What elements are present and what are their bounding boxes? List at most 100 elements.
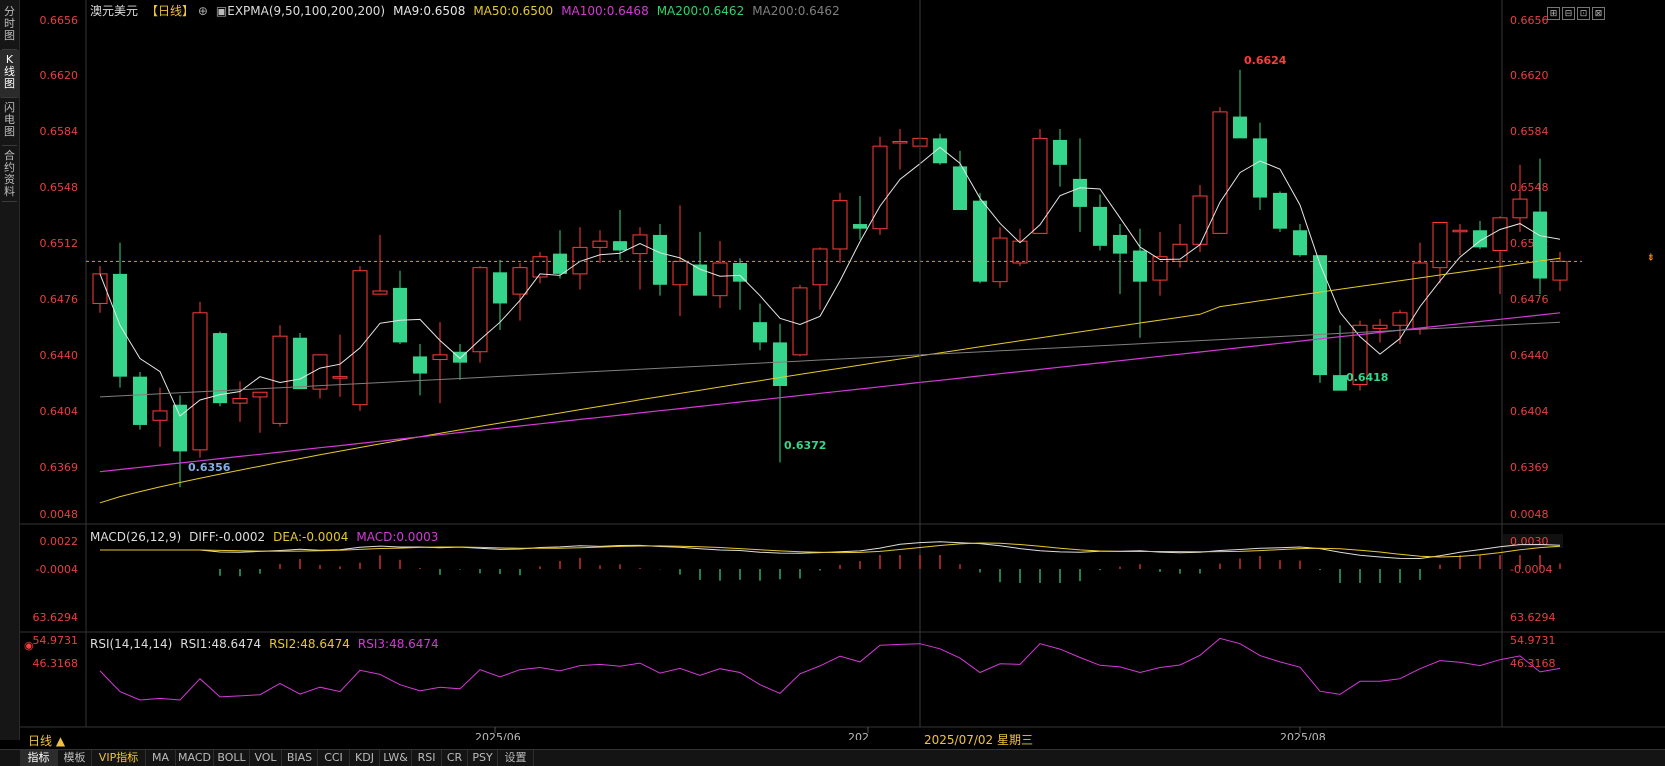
rsi2-value: RSI2:48.6474 bbox=[269, 637, 350, 651]
sidebar-tab-2[interactable]: 闪电图 bbox=[0, 98, 19, 146]
rsi-tick-right: 54.9731 bbox=[1510, 634, 1556, 647]
indicator-tab-4[interactable]: MACD bbox=[176, 750, 214, 766]
candle-body bbox=[613, 241, 627, 251]
candle-body bbox=[272, 335, 288, 424]
indicator-tab-12[interactable]: CR bbox=[442, 750, 468, 766]
ma50-value: MA50:0.6500 bbox=[473, 4, 554, 18]
sidebar-divider bbox=[2, 201, 17, 202]
price-tick-right: 0.6548 bbox=[1510, 181, 1549, 194]
indicator-tab-10[interactable]: LW& bbox=[380, 750, 412, 766]
window-button-1[interactable]: ⊟ bbox=[1562, 7, 1575, 20]
candle-body bbox=[1012, 240, 1028, 264]
indicator-tab-14[interactable]: 设置 bbox=[498, 750, 534, 766]
low-annotation-c: 0.6418 bbox=[1346, 371, 1388, 384]
indicator-tab-5[interactable]: BOLL bbox=[214, 750, 250, 766]
indicator-tab-7[interactable]: BIAS bbox=[282, 750, 318, 766]
candle-body bbox=[372, 290, 388, 295]
candle-body bbox=[1293, 230, 1307, 256]
sidebar-tab-0[interactable]: 分时图 bbox=[0, 2, 19, 50]
candle-body bbox=[973, 200, 987, 282]
indicator-tab-6[interactable]: VOL bbox=[250, 750, 282, 766]
symbol-name: 澳元美元 bbox=[90, 4, 139, 18]
candle-body bbox=[1372, 324, 1388, 329]
window-button-3[interactable]: ⊠ bbox=[1592, 7, 1605, 20]
candle-body bbox=[1152, 256, 1168, 281]
ma100-value: MA100:0.6468 bbox=[561, 4, 649, 18]
rsi3-value: RSI3:48.6474 bbox=[357, 637, 439, 651]
time-label: 2025/08 bbox=[1280, 731, 1326, 740]
price-tick-left: 0.6369 bbox=[40, 461, 79, 474]
indicator-tab-8[interactable]: CCI bbox=[318, 750, 350, 766]
candle-body bbox=[92, 273, 108, 304]
rsi-tick-right: 46.3168 bbox=[1510, 657, 1556, 670]
time-label: 2025/06 bbox=[475, 731, 521, 740]
indicator-tab-9[interactable]: KDJ bbox=[350, 750, 380, 766]
indicator-tab-13[interactable]: PSY bbox=[468, 750, 498, 766]
candle-body bbox=[1333, 375, 1347, 391]
ma200-value-2: MA200:0.6462 bbox=[752, 4, 840, 18]
rsi-tick-right: 63.6294 bbox=[1510, 611, 1556, 624]
ma200-value: MA200:0.6462 bbox=[656, 4, 745, 18]
indicator-tab-2[interactable]: VIP指标 bbox=[92, 750, 146, 766]
candle-body bbox=[832, 200, 848, 250]
candle-body bbox=[953, 166, 967, 211]
candle-body bbox=[1432, 221, 1448, 269]
price-tick-left: 0.6440 bbox=[40, 349, 79, 362]
rsi1-value: RSI1:48.6474 bbox=[180, 637, 262, 651]
candle-body bbox=[1113, 234, 1127, 254]
candle-body bbox=[1233, 116, 1247, 139]
window-button-2[interactable]: ⊡ bbox=[1577, 7, 1590, 20]
sidebar: 分时图K线图闪电图合约资料 bbox=[0, 0, 20, 740]
price-tick-left: 0.6512 bbox=[40, 237, 79, 250]
candle-body bbox=[992, 237, 1008, 283]
candle-body bbox=[853, 224, 867, 229]
candle-body bbox=[653, 234, 667, 285]
price-tick-left: 0.6404 bbox=[40, 405, 79, 418]
macd-header: MACD(26,12,9) DIFF:-0.0002 DEA:-0.0004 MACD… bbox=[90, 530, 446, 544]
period-tag[interactable]: 【日线】 bbox=[146, 4, 194, 18]
main-header: 澳元美元 【日线】 ⊕ ▣EXPMA(9,50,100,200,200) MA9:0.… bbox=[90, 2, 848, 19]
candle-body bbox=[1073, 178, 1087, 207]
low-annotation-b: 0.6372 bbox=[784, 439, 826, 452]
indicator-tab-0[interactable]: 指标 bbox=[20, 750, 58, 766]
candle-body bbox=[1212, 111, 1228, 234]
candle-body bbox=[252, 391, 268, 398]
current-price-marker: ⇟ bbox=[1647, 252, 1655, 263]
price-tick-right: 0.6476 bbox=[1510, 293, 1549, 306]
indicator-tab-1[interactable]: 模板 bbox=[58, 750, 92, 766]
candle-body bbox=[1093, 206, 1107, 246]
expma-icon[interactable]: ▣ bbox=[216, 4, 227, 18]
candle-body bbox=[232, 397, 248, 404]
chart-svg[interactable]: 0.6656 0.6656 0.6620 0.6620 0.6584 0.6584 0.65… bbox=[20, 0, 1665, 744]
candle-body bbox=[192, 312, 208, 451]
candle-body bbox=[1552, 260, 1568, 281]
candle-body bbox=[512, 267, 528, 295]
candle-body bbox=[753, 322, 767, 343]
candle-body bbox=[1032, 137, 1048, 234]
candle-body bbox=[592, 240, 608, 248]
rsi-settings-icon: ◉ bbox=[24, 639, 34, 652]
candle-body bbox=[1313, 255, 1327, 376]
candle-body bbox=[133, 376, 147, 425]
chart-area[interactable]: 0.6656 0.6656 0.6620 0.6620 0.6584 0.6584 0.65… bbox=[20, 0, 1665, 744]
cursor-date: 2025/07/02 星期三 bbox=[924, 731, 1033, 748]
sidebar-tab-3[interactable]: 合约资料 bbox=[0, 146, 19, 202]
window-button-0[interactable]: ⊞ bbox=[1547, 7, 1560, 20]
sidebar-tab-1[interactable]: K线图 bbox=[0, 50, 19, 98]
candle-body bbox=[413, 356, 427, 374]
window-controls: ⊞ ⊟ ⊡ ⊠ bbox=[1545, 1, 1605, 20]
candle-body bbox=[872, 145, 888, 230]
indicator-tab-11[interactable]: RSI bbox=[412, 750, 442, 766]
candle-body bbox=[1492, 217, 1508, 252]
settings-icon[interactable]: ⊕ bbox=[194, 4, 208, 18]
period-button[interactable]: 日线 ▲ bbox=[28, 732, 65, 749]
candle-body bbox=[213, 333, 227, 404]
price-tick-right: 0.6656 bbox=[1510, 14, 1549, 27]
low-annotation-a: 0.6356 bbox=[188, 461, 231, 474]
macd-tick-right: -0.0004 bbox=[1510, 563, 1552, 576]
price-tick-right: 0.6369 bbox=[1510, 461, 1549, 474]
macd-tick-left: 0.0022 bbox=[40, 535, 79, 548]
candle-body bbox=[1512, 198, 1528, 219]
indicator-tab-3[interactable]: MA bbox=[146, 750, 176, 766]
candle-body bbox=[733, 262, 747, 282]
